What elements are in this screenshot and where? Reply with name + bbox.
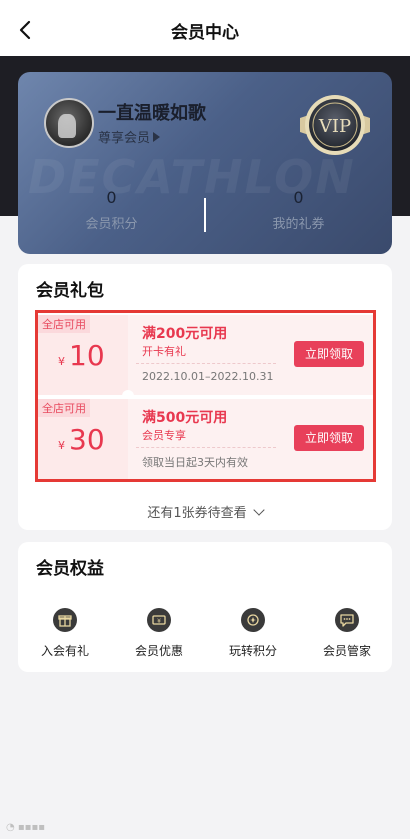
coupon-condition: 满200元可用 bbox=[142, 326, 228, 342]
coupon-list: 全店可用 ¥10 满200元可用 开卡有礼 2022.10.01–2022.10… bbox=[35, 310, 376, 482]
coupon-value: 30 bbox=[69, 423, 105, 456]
claim-button[interactable]: 立即领取 bbox=[294, 341, 364, 367]
member-level-label: 尊享会员 bbox=[98, 131, 151, 146]
coupon-subtitle: 会员专享 bbox=[142, 429, 186, 442]
coupon-validity: 领取当日起3天内有效 bbox=[142, 456, 248, 469]
benefit-item[interactable]: ¥ 会员优惠 bbox=[124, 608, 194, 659]
benefit-label: 会员管家 bbox=[322, 644, 371, 658]
view-more-label: 还有1张券待查看 bbox=[147, 506, 247, 521]
dashed-divider bbox=[136, 363, 276, 364]
coupon-card: 全店可用 ¥30 满500元可用 会员专享 领取当日起3天内有效 立即领取 bbox=[38, 399, 373, 479]
coupon-subtitle: 开卡有礼 bbox=[142, 345, 186, 358]
benefit-label: 入会有礼 bbox=[40, 644, 89, 658]
points-stat[interactable]: 0 会员积分 bbox=[18, 188, 205, 232]
coupon-amount: ¥30 bbox=[58, 423, 105, 456]
currency-symbol: ¥ bbox=[58, 355, 65, 368]
avatar[interactable] bbox=[44, 98, 94, 148]
points-icon bbox=[241, 608, 265, 632]
coupon-scope-tag: 全店可用 bbox=[38, 315, 90, 333]
coupon-amount-area: 全店可用 ¥30 bbox=[38, 399, 128, 479]
benefit-item[interactable]: 会员管家 bbox=[312, 608, 382, 659]
coupons-label: 我的礼券 bbox=[272, 217, 325, 232]
currency-symbol: ¥ bbox=[58, 439, 65, 452]
member-benefits-panel: 会员权益 入会有礼 ¥ 会员优惠 玩转积分 会员管家 bbox=[18, 542, 392, 672]
coupon-condition: 满500元可用 bbox=[142, 410, 228, 426]
coupon-detail-area: 满500元可用 会员专享 领取当日起3天内有效 立即领取 bbox=[128, 399, 373, 479]
coupon-value: 10 bbox=[69, 339, 105, 372]
coupon-detail-area: 满200元可用 开卡有礼 2022.10.01–2022.10.31 立即领取 bbox=[128, 315, 373, 395]
voucher-icon: ¥ bbox=[147, 608, 171, 632]
benefit-label: 会员优惠 bbox=[134, 644, 183, 658]
gift-icon bbox=[53, 608, 77, 632]
page-title: 会员中心 bbox=[171, 23, 239, 43]
view-more-coupons[interactable]: 还有1张券待查看 bbox=[18, 502, 392, 521]
play-icon bbox=[153, 132, 161, 142]
benefits-section-title: 会员权益 bbox=[36, 559, 104, 579]
coupon-validity: 2022.10.01–2022.10.31 bbox=[142, 370, 274, 383]
points-label: 会员积分 bbox=[85, 217, 138, 232]
benefit-item[interactable]: 入会有礼 bbox=[30, 608, 100, 659]
vip-badge-text: VIP bbox=[318, 116, 351, 137]
top-bar: 会员中心 bbox=[0, 0, 410, 56]
coupons-value: 0 bbox=[293, 188, 304, 207]
member-gift-panel: 会员礼包 全店可用 ¥10 满200元可用 开卡有礼 2022.10.01–20… bbox=[18, 264, 392, 530]
coupon-scope-tag: 全店可用 bbox=[38, 399, 90, 417]
watermark-logo: ◔ ▪▪▪▪ bbox=[6, 822, 46, 833]
svg-text:¥: ¥ bbox=[157, 618, 161, 625]
dashed-divider bbox=[136, 447, 276, 448]
gift-section-title: 会员礼包 bbox=[36, 281, 104, 301]
vip-badge-icon: VIP bbox=[300, 95, 370, 155]
coupon-amount-area: 全店可用 ¥10 bbox=[38, 315, 128, 395]
coupons-stat[interactable]: 0 我的礼券 bbox=[205, 188, 392, 232]
benefit-label: 玩转积分 bbox=[228, 644, 277, 658]
points-value: 0 bbox=[106, 188, 117, 207]
chevron-down-icon bbox=[252, 504, 265, 516]
coupon-amount: ¥10 bbox=[58, 339, 105, 372]
chat-icon bbox=[335, 608, 359, 632]
membership-card: DECATHLON 一直温暖如歌 尊享会员 VIP 0 会员积分 0 我的礼券 bbox=[18, 72, 392, 254]
username: 一直温暖如歌 bbox=[98, 103, 206, 124]
coupon-card: 全店可用 ¥10 满200元可用 开卡有礼 2022.10.01–2022.10… bbox=[38, 315, 373, 395]
benefit-item[interactable]: 玩转积分 bbox=[218, 608, 288, 659]
member-level[interactable]: 尊享会员 bbox=[98, 127, 161, 146]
claim-button[interactable]: 立即领取 bbox=[294, 425, 364, 451]
